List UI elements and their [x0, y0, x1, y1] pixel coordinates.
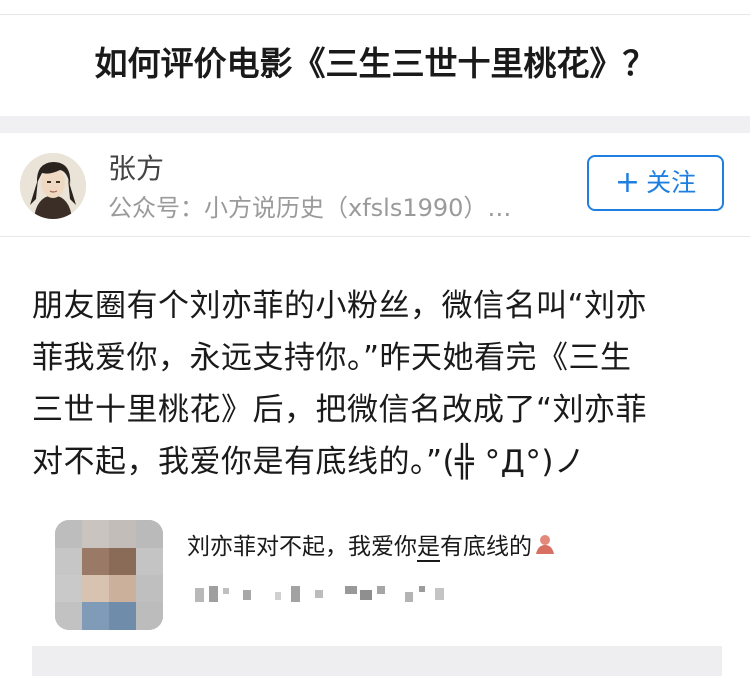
author-bio: 公众号：小方说历史（xfsls1990）…: [108, 194, 512, 222]
person-emoji-icon: [534, 531, 556, 565]
embedded-name-part: 刘亦菲对不起，我爱你: [187, 534, 417, 560]
embedded-wechat-name: 刘亦菲对不起，我爱你是有底线的: [187, 530, 556, 565]
answer-body: 朋友圈有个刘亦菲的小粉丝，微信名叫“刘亦 菲我爱你，永远支持你。”昨天她看完《三…: [32, 280, 722, 488]
portrait-avatar-icon[interactable]: [20, 153, 86, 219]
embedded-name-part: 有底线的: [440, 534, 532, 560]
embedded-name-underlined: 是: [417, 534, 440, 562]
answer-line: 对不起，我爱你是有底线的。”(╬ °Д°)ノ: [32, 444, 586, 480]
embedded-screenshot-footer: [32, 646, 722, 676]
top-divider: [0, 0, 750, 15]
answer-line: 菲我爱你，永远支持你。”昨天她看完《三生: [32, 340, 632, 376]
embedded-screenshot[interactable]: 刘亦菲对不起，我爱你是有底线的: [55, 520, 665, 635]
follow-button[interactable]: + 关注: [587, 155, 724, 211]
plus-icon: +: [614, 165, 641, 200]
author-name[interactable]: 张方: [108, 149, 164, 189]
follow-button-label: 关注: [646, 168, 697, 197]
pixelated-avatar-image: [55, 520, 163, 630]
answer-line: 三世十里桃花》后，把微信名改成了“刘亦菲: [32, 392, 648, 428]
answer-line: 朋友圈有个刘亦菲的小粉丝，微信名叫“刘亦: [32, 288, 648, 324]
question-title[interactable]: 如何评价电影《三生三世十里桃花》？: [0, 40, 750, 88]
author-row: 张方 公众号：小方说历史（xfsls1990）… + 关注: [0, 133, 750, 237]
section-gap: [0, 116, 750, 133]
pixelated-text-redaction: [195, 580, 495, 610]
